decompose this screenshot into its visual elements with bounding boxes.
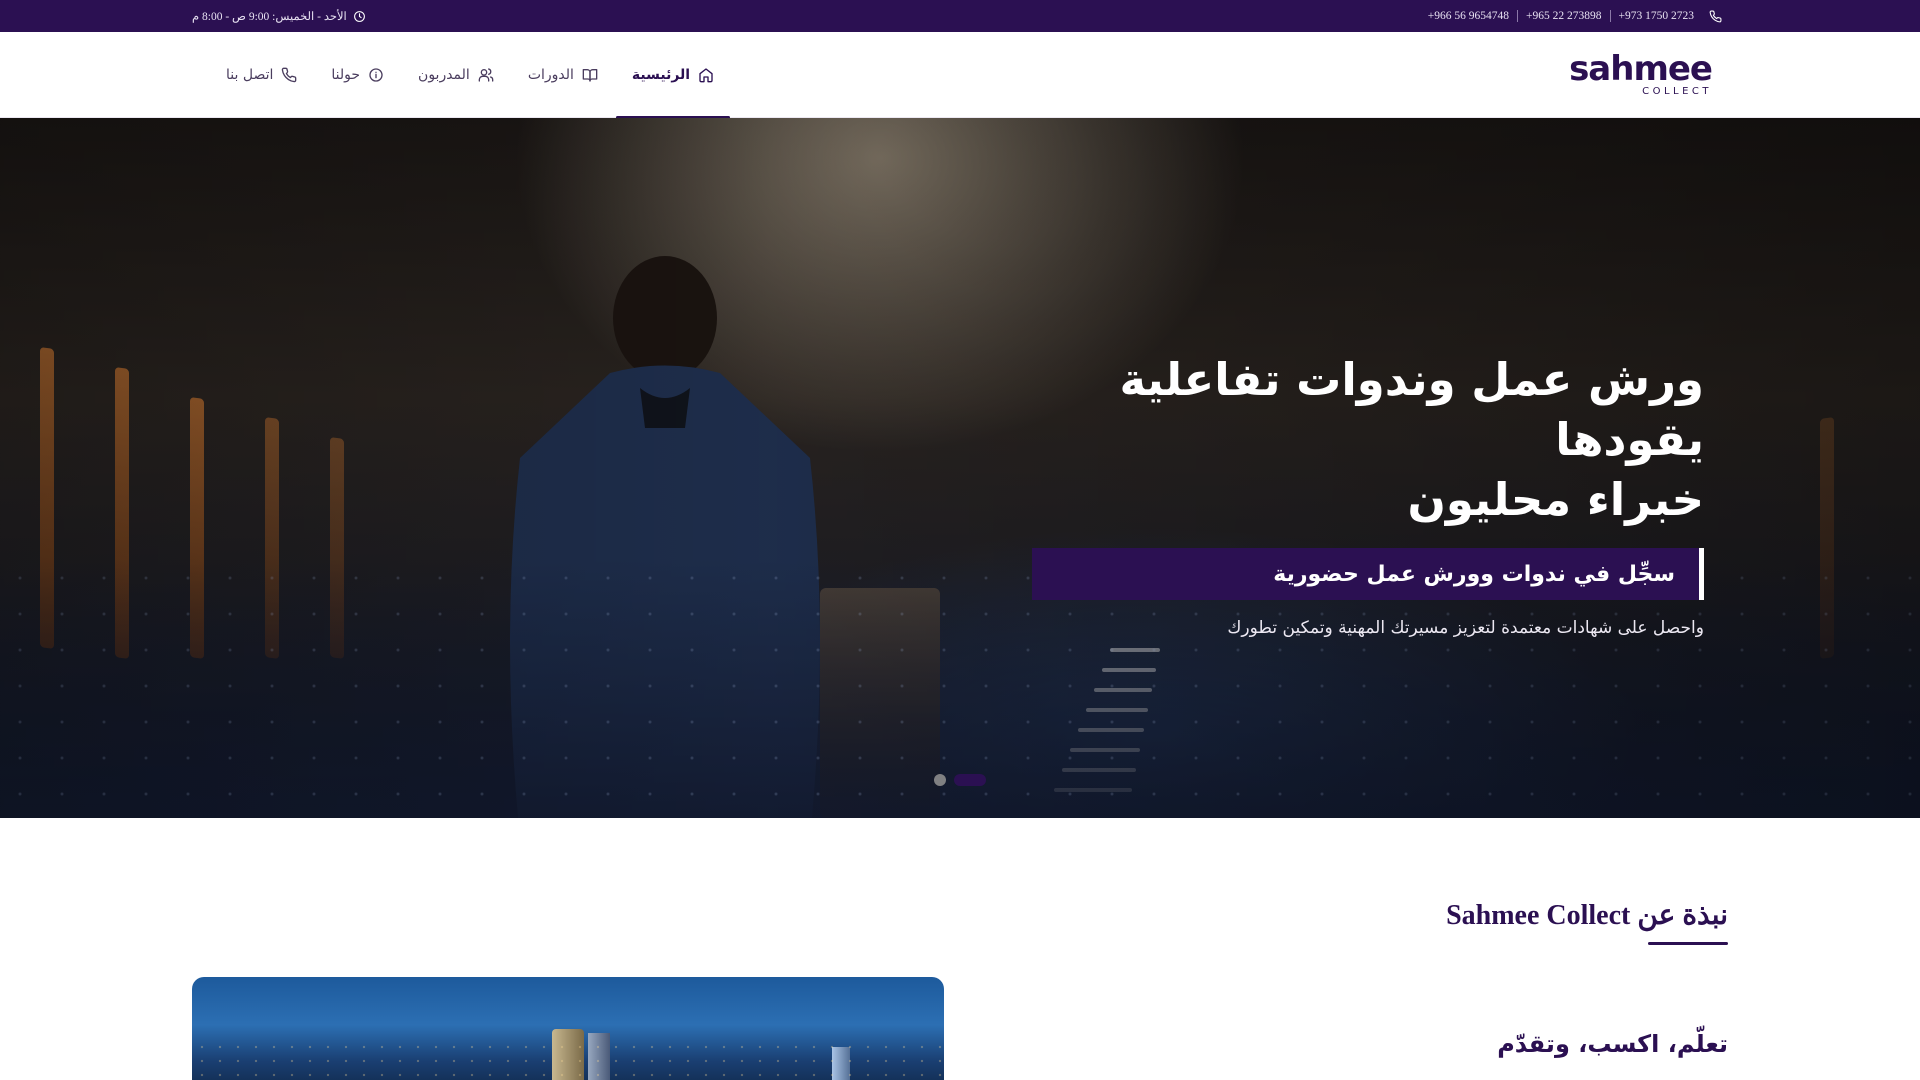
hero-subtitle: سجِّل في ندوات وورش عمل حضورية — [1273, 561, 1675, 587]
slider-dots — [934, 774, 986, 786]
working-hours: الأحد - الخميس: 9:00 ص - 8:00 م — [192, 9, 373, 23]
hero-title: ورش عمل وندوات تفاعلية يقودها خبراء محلي… — [1004, 350, 1704, 530]
working-hours-text: الأحد - الخميس: 9:00 ص - 8:00 م — [192, 11, 347, 23]
phone-number-bahrain[interactable]: +973 1750 2723 — [1611, 10, 1703, 22]
phone-number-kuwait[interactable]: +965 22 273898 — [1518, 10, 1610, 22]
about-subheading: تعلّم، اكسب، وتقدّم — [1497, 1030, 1728, 1058]
hero-description: واحصل على شهادات معتمدة لتعزيز مسيرتك ال… — [1227, 618, 1704, 638]
phone-group: +966 56 9654748 +965 22 273898 +973 1750… — [1420, 9, 1728, 23]
nav-item-contact[interactable]: اتصل بنا — [210, 32, 313, 118]
phone-icon — [1708, 9, 1722, 23]
hero-subtitle-banner: سجِّل في ندوات وورش عمل حضورية — [1032, 548, 1704, 600]
book-icon — [582, 67, 598, 83]
phone-icon — [281, 67, 297, 83]
nav-label: اتصل بنا — [226, 67, 274, 83]
hero-slider: ورش عمل وندوات تفاعلية يقودها خبراء محلي… — [0, 118, 1920, 818]
clock-icon — [353, 9, 367, 23]
nav-item-home[interactable]: الرئيسية — [615, 32, 731, 119]
about-city-image — [192, 977, 944, 1080]
nav-label: المدربون — [418, 67, 470, 83]
site-header: sahmee COLLECT الرئيسية الدورات المدربون — [0, 32, 1920, 119]
users-icon — [478, 67, 494, 83]
nav-item-trainers[interactable]: المدربون — [402, 32, 510, 118]
info-icon — [368, 67, 384, 83]
slider-dot-2[interactable] — [934, 774, 946, 786]
phone-number-saudi[interactable]: +966 56 9654748 — [1420, 10, 1517, 22]
main-nav: الرئيسية الدورات المدربون حولنا اتصل بنا — [208, 32, 731, 119]
logo-wordmark: sahmee — [1569, 49, 1713, 89]
hero-title-line1: ورش عمل وندوات تفاعلية يقودها — [1119, 353, 1704, 466]
nav-item-courses[interactable]: الدورات — [512, 32, 614, 118]
nav-item-about[interactable]: حولنا — [315, 32, 400, 118]
site-logo[interactable]: sahmee COLLECT — [1569, 49, 1713, 97]
nav-label: حولنا — [331, 67, 361, 83]
top-info-bar-content: +966 56 9654748 +965 22 273898 +973 1750… — [192, 0, 1728, 32]
slider-dot-1[interactable] — [954, 774, 986, 786]
nav-label: الرئيسية — [631, 67, 691, 83]
home-icon — [698, 67, 714, 83]
hero-title-line2: خبراء محليون — [1407, 473, 1704, 526]
top-info-bar: +966 56 9654748 +965 22 273898 +973 1750… — [0, 0, 1920, 32]
about-heading-underline — [1648, 942, 1728, 945]
hero-content: ورش عمل وندوات تفاعلية يقودها خبراء محلي… — [1004, 350, 1704, 638]
phone-list: +966 56 9654748 +965 22 273898 +973 1750… — [1420, 10, 1702, 22]
about-heading: نبذة عن Sahmee Collect — [1446, 900, 1728, 931]
nav-label: الدورات — [527, 67, 574, 83]
